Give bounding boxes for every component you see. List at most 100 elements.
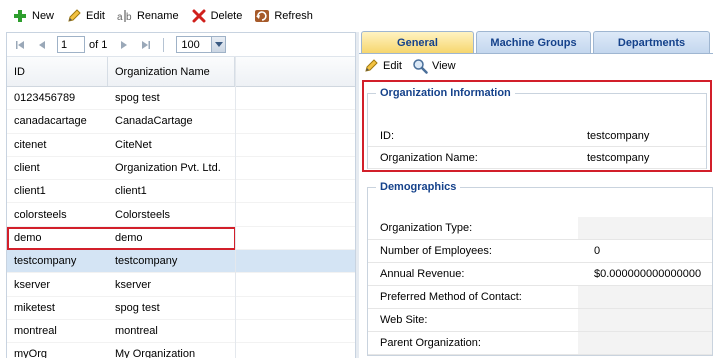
table-row[interactable]: canadacartage CanadaCartage: [7, 110, 355, 134]
row-id-cell: client: [14, 162, 40, 175]
row-name-cell: CanadaCartage: [115, 115, 193, 128]
property-row: Annual Revenue: $0.000000000000000: [368, 263, 712, 286]
svg-text:b: b: [126, 12, 132, 23]
refresh-icon: [254, 8, 270, 24]
refresh-label: Refresh: [274, 10, 313, 22]
table-row[interactable]: client Organization Pvt. Ltd.: [7, 157, 355, 181]
table-row[interactable]: montreal montreal: [7, 320, 355, 344]
row-name-cell: montreal: [115, 325, 158, 338]
delete-button[interactable]: Delete: [191, 6, 242, 26]
property-row: Parent Organization:: [368, 332, 712, 355]
rename-icon: ab: [117, 8, 133, 24]
property-row: Preferred Method of Contact:: [368, 286, 712, 309]
row-name-cell: Colorsteels: [115, 208, 171, 221]
row-id-cell: kserver: [14, 278, 51, 291]
row-id-cell: demo: [14, 231, 42, 244]
page-number-input[interactable]: [57, 36, 85, 53]
table-row[interactable]: client1 client1: [7, 180, 355, 204]
property-label: Annual Revenue:: [368, 263, 578, 285]
table-row[interactable]: kserver kserver: [7, 273, 355, 297]
organization-information-legend: Organization Information: [380, 87, 511, 99]
table-row[interactable]: demo demo: [7, 227, 355, 251]
property-value: testcompany: [587, 129, 650, 142]
details-tabs: General Machine Groups Departments: [359, 30, 713, 54]
details-edit-label: Edit: [383, 60, 402, 72]
row-id-cell: myOrg: [14, 348, 47, 358]
property-row: Number of Employees: 0: [368, 240, 712, 263]
organization-grid-panel: of 1 100 ID Organization Name 0123456789…: [6, 32, 356, 358]
property-value: [578, 286, 712, 308]
row-name-cell: spog test: [115, 301, 160, 314]
new-label: New: [32, 10, 55, 22]
delete-x-icon: [191, 8, 207, 24]
property-value: 0: [594, 245, 601, 257]
pencil-icon: [363, 58, 379, 74]
details-toolbar: Edit View: [359, 54, 713, 78]
row-name-cell: CiteNet: [115, 138, 152, 151]
table-row[interactable]: colorsteels Colorsteels: [7, 203, 355, 227]
new-button[interactable]: New: [12, 6, 54, 26]
property-value: testcompany: [587, 151, 650, 164]
property-label: Preferred Method of Contact:: [368, 286, 578, 308]
row-name-cell: client1: [115, 185, 147, 198]
edit-button[interactable]: Edit: [66, 6, 105, 26]
property-label: Number of Employees:: [368, 240, 578, 262]
row-id-cell: colorsteels: [14, 208, 67, 221]
last-page-icon[interactable]: [139, 38, 153, 52]
plus-icon: [12, 8, 28, 24]
row-id-cell: citenet: [14, 138, 47, 151]
grid-column-divider: [235, 57, 236, 358]
next-page-icon[interactable]: [117, 38, 131, 52]
property-value: [578, 309, 712, 331]
row-id-cell: miketest: [14, 301, 55, 314]
view-label: View: [431, 60, 456, 72]
table-row[interactable]: myOrg My Organization: [7, 343, 355, 358]
refresh-button[interactable]: Refresh: [254, 6, 313, 26]
details-edit-button[interactable]: Edit: [363, 58, 402, 74]
prev-page-icon[interactable]: [35, 38, 49, 52]
magnifier-icon: [412, 58, 428, 74]
pencil-icon: [66, 8, 82, 24]
demographics-legend: Demographics: [380, 181, 457, 193]
pager-separator: [163, 37, 165, 52]
table-row-selected[interactable]: testcompany testcompany: [7, 250, 355, 274]
tab-departments[interactable]: Departments: [593, 31, 710, 53]
row-id-cell: client1: [14, 185, 46, 198]
row-name-cell: kserver: [115, 278, 152, 291]
property-value: $0.000000000000000: [594, 268, 702, 280]
row-id-cell: testcompany: [14, 255, 77, 268]
row-name-cell: demo: [115, 231, 143, 244]
column-header-id[interactable]: ID: [7, 57, 108, 86]
svg-text:a: a: [117, 12, 123, 23]
row-name-cell: My Organization: [115, 348, 196, 358]
row-id-cell: 0123456789: [14, 92, 76, 105]
first-page-icon[interactable]: [13, 38, 27, 52]
main-toolbar: New Edit ab Rename Delete Refresh: [0, 0, 713, 32]
demographics-section: Demographics Organization Type: Number o…: [367, 181, 713, 356]
property-value: [578, 332, 712, 354]
page-size-value: 100: [181, 38, 200, 51]
page-size-select[interactable]: 100: [176, 36, 227, 53]
table-row[interactable]: miketest spog test: [7, 297, 355, 320]
row-name-cell: testcompany: [115, 255, 178, 268]
table-row[interactable]: citenet CiteNet: [7, 134, 355, 157]
page-count-label: of 1: [89, 38, 108, 51]
property-value: [578, 217, 712, 239]
rename-button[interactable]: ab Rename: [117, 6, 179, 26]
tab-general[interactable]: General: [361, 31, 474, 53]
organization-information-section: Organization Information ID: testcompany…: [367, 87, 707, 169]
view-button[interactable]: View: [412, 58, 456, 74]
tab-machine-groups[interactable]: Machine Groups: [476, 31, 591, 53]
grid-body: 0123456789 spog test canadacartage CanadaC…: [7, 87, 355, 358]
property-row: Organization Name: testcompany: [368, 147, 706, 169]
row-id-cell: montreal: [14, 325, 57, 338]
property-label: Organization Name:: [368, 147, 571, 168]
table-row[interactable]: 0123456789 spog test: [7, 87, 355, 111]
column-header-organization-name[interactable]: Organization Name: [108, 57, 235, 86]
row-id-cell: canadacartage: [14, 115, 87, 128]
rename-label: Rename: [136, 10, 179, 22]
paging-toolbar: of 1 100: [7, 33, 355, 57]
chevron-down-icon[interactable]: [211, 37, 226, 52]
property-row: ID: testcompany: [368, 125, 706, 147]
edit-label: Edit: [86, 10, 105, 22]
